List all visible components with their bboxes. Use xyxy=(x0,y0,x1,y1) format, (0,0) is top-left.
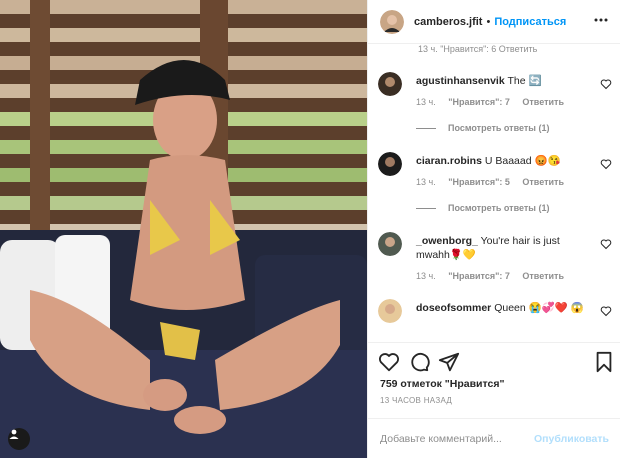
comment-meta: 13 ч. "Нравится": 7 Ответить xyxy=(416,271,574,281)
comment-message: Queen 😭💞❤️ 😱 xyxy=(494,302,584,314)
share-icon[interactable] xyxy=(438,351,460,373)
comment-likes[interactable]: "Нравится": 7 xyxy=(448,97,510,107)
publish-button[interactable]: Опубликовать xyxy=(534,433,609,445)
comment-like-heart-icon[interactable] xyxy=(600,78,612,90)
comment-input[interactable] xyxy=(380,432,535,445)
reply-button[interactable]: Ответить xyxy=(522,177,564,187)
comment-time: 13 ч. xyxy=(416,97,436,107)
post-header: camberos.jfit • Подписаться xyxy=(368,0,620,44)
more-options-button[interactable] xyxy=(593,12,609,28)
comment-like-heart-icon[interactable] xyxy=(600,158,612,170)
avatar-image xyxy=(378,299,402,323)
reply-button[interactable]: Ответить xyxy=(522,97,564,107)
comment-item: agustinhansenvik The 🔄 13 ч. "Нравится":… xyxy=(378,72,618,162)
replies-divider-line xyxy=(416,127,436,129)
comment-avatar[interactable] xyxy=(378,152,402,176)
bookmark-icon[interactable] xyxy=(593,351,615,373)
avatar-image xyxy=(378,72,402,96)
comment-message: The 🔄 xyxy=(507,75,542,87)
comment-avatar[interactable] xyxy=(378,299,402,323)
comment-item: doseofsommer Queen 😭💞❤️ 😱 xyxy=(378,299,618,341)
add-comment-bar: Опубликовать xyxy=(368,418,620,458)
header-separator: • xyxy=(486,15,491,28)
heart-icon[interactable] xyxy=(378,351,400,373)
view-replies-label: Посмотреть ответы (1) xyxy=(448,203,550,213)
user-tag-icon xyxy=(9,429,19,439)
view-replies-button[interactable]: Посмотреть ответы (1) xyxy=(416,123,549,133)
comment-username[interactable]: agustinhansenvik xyxy=(416,75,505,87)
avatar-image xyxy=(378,232,402,256)
comment-avatar[interactable] xyxy=(378,72,402,96)
comment-text: doseofsommer Queen 😭💞❤️ 😱 xyxy=(416,301,584,315)
view-replies-button[interactable]: Посмотреть ответы (1) xyxy=(416,203,549,213)
comment-avatar[interactable] xyxy=(378,232,402,256)
post-actions-bar xyxy=(368,342,620,378)
comment-text: ciaran.robins U Baaaad 😡😘 xyxy=(416,154,584,168)
more-icon xyxy=(594,18,608,22)
comment-text: agustinhansenvik The 🔄 xyxy=(416,74,584,88)
reply-button[interactable]: Ответить xyxy=(522,271,564,281)
comment-time: 13 ч. xyxy=(416,177,436,187)
comments-list[interactable]: 13 ч. "Нравится": 6 Ответить agustinhans… xyxy=(368,45,620,341)
avatar-image xyxy=(378,152,402,176)
post-username[interactable]: camberos.jfit xyxy=(414,16,482,28)
comment-meta: 13 ч. "Нравится": 7 Ответить xyxy=(416,97,574,107)
comment-like-heart-icon[interactable] xyxy=(600,305,612,317)
post-timestamp: 13 ЧАСОВ НАЗАД xyxy=(380,396,453,405)
comment-item: _owenborg_ You're hair is just mwahh🌹💛 1… xyxy=(378,232,618,294)
comment-likes[interactable]: "Нравится": 7 xyxy=(448,271,510,281)
comment-icon[interactable] xyxy=(408,351,430,373)
user-tag-button[interactable] xyxy=(8,428,30,450)
post-image xyxy=(0,0,367,458)
follow-button[interactable]: Подписаться xyxy=(494,16,566,28)
post-photo[interactable] xyxy=(0,0,367,458)
comment-username[interactable]: _owenborg_ xyxy=(416,235,478,247)
comment-item: ciaran.robins U Baaaad 😡😘 13 ч. "Нравитс… xyxy=(378,152,618,232)
avatar[interactable] xyxy=(380,9,404,34)
comment-meta: 13 ч. "Нравится": 5 Ответить xyxy=(416,177,574,187)
comment-text: _owenborg_ You're hair is just mwahh🌹💛 xyxy=(416,234,584,262)
replies-divider-line xyxy=(416,207,436,209)
post-side-panel: camberos.jfit • Подписаться 13 ч. "Нрави… xyxy=(367,0,620,458)
likes-count[interactable]: 759 отметок "Нравится" xyxy=(380,378,504,390)
comment-message: U Baaaad 😡😘 xyxy=(484,155,561,167)
comment-username[interactable]: doseofsommer xyxy=(416,302,491,314)
comment-time: 13 ч. xyxy=(416,271,436,281)
partial-comment-meta: 13 ч. "Нравится": 6 Ответить xyxy=(418,45,538,54)
comment-like-heart-icon[interactable] xyxy=(600,238,612,250)
avatar-image xyxy=(380,9,404,34)
comment-username[interactable]: ciaran.robins xyxy=(416,155,482,167)
view-replies-label: Посмотреть ответы (1) xyxy=(448,123,550,133)
comment-likes[interactable]: "Нравится": 5 xyxy=(448,177,510,187)
